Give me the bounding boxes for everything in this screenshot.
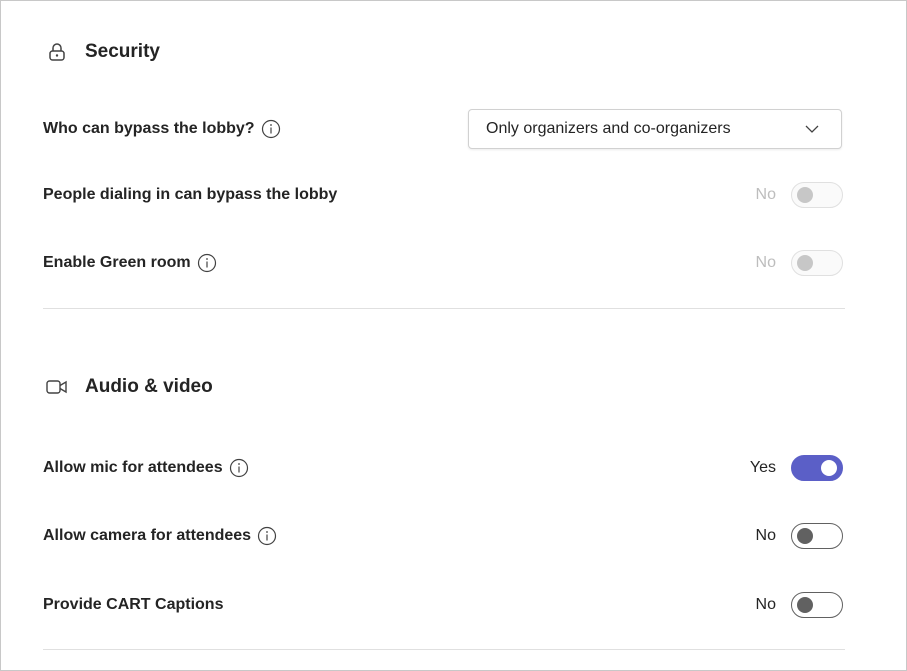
lobby-bypass-dropdown[interactable]: Only organizers and co-organizers [468, 109, 842, 149]
section-divider [43, 649, 845, 650]
allow-mic-label-wrap: Allow mic for attendees [43, 458, 249, 478]
allow-mic-state: Yes [749, 459, 776, 476]
info-icon[interactable] [261, 119, 281, 139]
dial-in-bypass-state: No [755, 186, 776, 203]
lobby-bypass-row: Who can bypass the lobby? [43, 109, 463, 149]
dropdown-selected-value: Only organizers and co-organizers [486, 120, 731, 137]
allow-mic-row: Allow mic for attendees Yes [43, 448, 843, 488]
dial-in-bypass-row: People dialing in can bypass the lobby N… [43, 175, 843, 215]
lobby-bypass-label-wrap: Who can bypass the lobby? [43, 119, 281, 139]
lobby-bypass-label: Who can bypass the lobby? [43, 120, 255, 137]
security-section-title: Security [46, 41, 160, 63]
audio-video-section-title: Audio & video [46, 376, 213, 398]
section-title-text: Security [85, 41, 160, 62]
cart-captions-label: Provide CART Captions [43, 596, 224, 613]
cart-captions-toggle[interactable] [791, 592, 843, 618]
dial-in-bypass-toggle[interactable] [791, 182, 843, 208]
toggle-knob [797, 187, 813, 203]
allow-camera-toggle[interactable] [791, 523, 843, 549]
toggle-knob [797, 597, 813, 613]
toggle-knob [821, 460, 837, 476]
cart-captions-row: Provide CART Captions No [43, 585, 843, 625]
toggle-knob [797, 255, 813, 271]
meeting-options-panel: Security Who can bypass the lobby? Only … [0, 0, 907, 671]
green-room-state: No [755, 254, 776, 271]
toggle-knob [797, 528, 813, 544]
green-room-label-wrap: Enable Green room [43, 253, 217, 273]
section-divider [43, 308, 845, 309]
info-icon[interactable] [229, 458, 249, 478]
allow-mic-label: Allow mic for attendees [43, 459, 223, 476]
allow-camera-label: Allow camera for attendees [43, 527, 252, 544]
allow-camera-row: Allow camera for attendees No [43, 516, 843, 556]
green-room-label: Enable Green room [43, 254, 191, 271]
video-camera-icon [46, 376, 68, 398]
cart-captions-state: No [755, 596, 776, 613]
dial-in-bypass-label: People dialing in can bypass the lobby [43, 186, 338, 203]
allow-camera-state: No [755, 527, 776, 544]
green-room-toggle[interactable] [791, 250, 843, 276]
info-icon[interactable] [197, 253, 217, 273]
chevron-down-icon [805, 125, 819, 133]
green-room-row: Enable Green room No [43, 243, 843, 283]
info-icon[interactable] [257, 526, 277, 546]
section-title-text: Audio & video [85, 376, 213, 397]
allow-camera-label-wrap: Allow camera for attendees [43, 526, 277, 546]
allow-mic-toggle[interactable] [791, 455, 843, 481]
lock-icon [46, 41, 68, 63]
